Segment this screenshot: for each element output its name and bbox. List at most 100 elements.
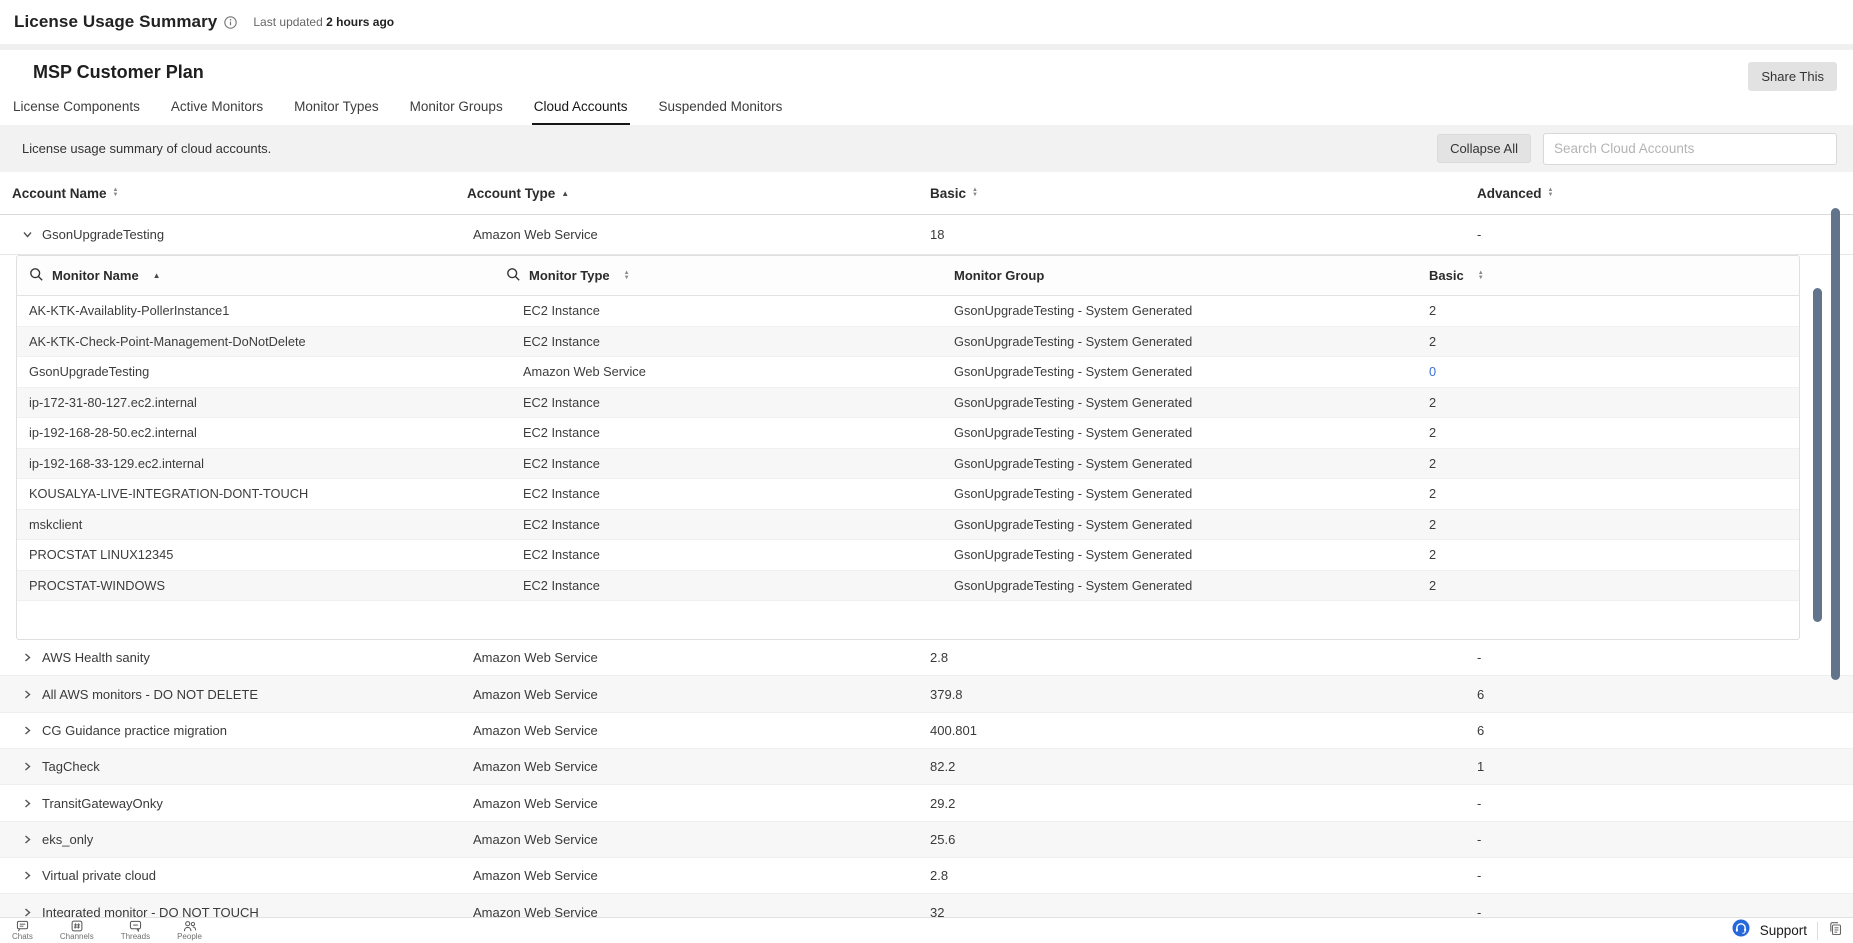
monitor-basic-cell: 2 (1429, 425, 1799, 440)
account-row[interactable]: eks_onlyAmazon Web Service25.6- (0, 822, 1853, 858)
chevron-right-icon[interactable] (22, 907, 33, 918)
copy-icon[interactable] (1828, 921, 1843, 941)
accounts-table-body: AWS Health sanityAmazon Web Service2.8-A… (0, 640, 1853, 931)
accounts-table-header: Account Name ▲▼ Account Type ▲ Basic ▲▼ … (0, 172, 1853, 215)
account-name: Virtual private cloud (42, 868, 156, 883)
account-row[interactable]: TransitGatewayOnkyAmazon Web Service29.2… (0, 785, 1853, 821)
panel-scrollbar-thumb[interactable] (1813, 288, 1822, 622)
sort-icon: ▲ (561, 189, 569, 198)
chevron-down-icon[interactable] (22, 229, 33, 240)
column-header-nested-basic[interactable]: Basic ▲▼ (1429, 268, 1799, 283)
monitor-row[interactable]: ip-172-31-80-127.ec2.internalEC2 Instanc… (17, 388, 1799, 419)
monitor-basic-cell: 2 (1429, 395, 1799, 410)
account-advanced-cell: 1 (1477, 759, 1853, 774)
account-name-cell: TransitGatewayOnky (0, 796, 467, 811)
monitor-row[interactable]: ip-192-168-28-50.ec2.internalEC2 Instanc… (17, 418, 1799, 449)
account-advanced: - (1477, 227, 1853, 242)
bottom-bar-label: People (177, 933, 202, 941)
monitor-type-cell: EC2 Instance (506, 486, 954, 501)
column-header-basic[interactable]: Basic ▲▼ (930, 186, 1477, 201)
column-header-advanced[interactable]: Advanced ▲▼ (1477, 186, 1853, 201)
monitor-group-cell: GsonUpgradeTesting - System Generated (954, 517, 1429, 532)
account-row[interactable]: Virtual private cloudAmazon Web Service2… (0, 858, 1853, 894)
chevron-right-icon[interactable] (22, 870, 33, 881)
monitor-row[interactable]: PROCSTAT LINUX12345EC2 InstanceGsonUpgra… (17, 540, 1799, 571)
support-icon[interactable] (1732, 919, 1750, 942)
chevron-right-icon[interactable] (22, 689, 33, 700)
tab-license-components[interactable]: License Components (11, 93, 142, 125)
page-scrollbar-thumb[interactable] (1831, 208, 1840, 680)
monitors-table-header: Monitor Name ▲ Monitor Type ▲▼ Monitor G… (17, 256, 1799, 296)
monitor-group-cell: GsonUpgradeTesting - System Generated (954, 334, 1429, 349)
monitor-name-cell: AK-KTK-Check-Point-Management-DoNotDelet… (17, 334, 506, 349)
people-button[interactable]: People (177, 920, 202, 941)
page-title: License Usage Summary (14, 12, 217, 32)
column-header-monitor-type[interactable]: Monitor Type ▲▼ (506, 267, 954, 285)
monitor-row[interactable]: GsonUpgradeTestingAmazon Web ServiceGson… (17, 357, 1799, 388)
search-icon[interactable] (506, 267, 521, 285)
chevron-right-icon[interactable] (22, 798, 33, 809)
share-this-button[interactable]: Share This (1748, 62, 1837, 91)
column-header-account-name[interactable]: Account Name ▲▼ (0, 186, 467, 201)
tab-cloud-accounts[interactable]: Cloud Accounts (532, 93, 630, 125)
account-name: All AWS monitors - DO NOT DELETE (42, 687, 258, 702)
account-row[interactable]: All AWS monitors - DO NOT DELETEAmazon W… (0, 676, 1853, 712)
monitor-row[interactable]: KOUSALYA-LIVE-INTEGRATION-DONT-TOUCHEC2 … (17, 479, 1799, 510)
tab-suspended-monitors[interactable]: Suspended Monitors (657, 93, 785, 125)
monitor-name-cell: KOUSALYA-LIVE-INTEGRATION-DONT-TOUCH (17, 486, 506, 501)
monitor-name-cell: PROCSTAT LINUX12345 (17, 547, 506, 562)
sort-icon: ▲▼ (624, 271, 630, 281)
chevron-right-icon[interactable] (22, 652, 33, 663)
account-row[interactable]: AWS Health sanityAmazon Web Service2.8- (0, 640, 1853, 676)
sort-icon: ▲▼ (972, 188, 978, 198)
account-advanced-cell: - (1477, 796, 1853, 811)
account-name-cell: AWS Health sanity (0, 650, 467, 665)
chats-button[interactable]: Chats (12, 920, 33, 941)
account-row-expanded[interactable]: GsonUpgradeTesting Amazon Web Service 18… (0, 215, 1853, 255)
column-label: Basic (1429, 268, 1464, 283)
bottom-bar-right: Support (1732, 919, 1843, 942)
monitor-basic-cell[interactable]: 0 (1429, 364, 1799, 379)
column-header-monitor-group[interactable]: Monitor Group (954, 268, 1429, 283)
threads-button[interactable]: Threads (121, 920, 150, 941)
last-updated-value: 2 hours ago (326, 15, 394, 29)
last-updated-label: Last updated (253, 15, 322, 29)
info-icon[interactable] (224, 16, 237, 29)
chevron-right-icon[interactable] (22, 725, 33, 736)
column-label: Monitor Type (529, 268, 610, 283)
account-row[interactable]: CG Guidance practice migrationAmazon Web… (0, 713, 1853, 749)
monitor-row[interactable]: AK-KTK-Check-Point-Management-DoNotDelet… (17, 327, 1799, 358)
tab-monitor-groups[interactable]: Monitor Groups (408, 93, 505, 125)
account-row[interactable]: TagCheckAmazon Web Service82.21 (0, 749, 1853, 785)
summary-text: License usage summary of cloud accounts. (22, 141, 271, 156)
column-header-account-type[interactable]: Account Type ▲ (467, 186, 930, 201)
account-advanced-cell: - (1477, 832, 1853, 847)
monitor-name-cell: ip-192-168-28-50.ec2.internal (17, 425, 506, 440)
monitor-row[interactable]: ip-192-168-33-129.ec2.internalEC2 Instan… (17, 449, 1799, 480)
column-header-monitor-name[interactable]: Monitor Name ▲ (17, 267, 506, 285)
bottom-bar: Chats Channels Threads People (0, 917, 1853, 943)
chevron-right-icon[interactable] (22, 834, 33, 845)
monitor-row[interactable]: mskclientEC2 InstanceGsonUpgradeTesting … (17, 510, 1799, 541)
chevron-right-icon[interactable] (22, 761, 33, 772)
monitor-group-cell: GsonUpgradeTesting - System Generated (954, 456, 1429, 471)
monitor-row[interactable]: PROCSTAT-WINDOWSEC2 InstanceGsonUpgradeT… (17, 571, 1799, 602)
account-basic-cell: 25.6 (930, 832, 1477, 847)
channels-button[interactable]: Channels (60, 920, 94, 941)
column-label: Advanced (1477, 186, 1542, 201)
monitor-name-cell: PROCSTAT-WINDOWS (17, 578, 506, 593)
bottom-bar-label: Channels (60, 933, 94, 941)
monitor-row[interactable]: AK-KTK-Availablity-PollerInstance1EC2 In… (17, 296, 1799, 327)
support-label[interactable]: Support (1760, 923, 1807, 938)
account-name: TransitGatewayOnky (42, 796, 163, 811)
sort-icon: ▲▼ (1548, 188, 1554, 198)
tab-monitor-types[interactable]: Monitor Types (292, 93, 381, 125)
collapse-all-button[interactable]: Collapse All (1437, 134, 1531, 163)
search-icon[interactable] (29, 267, 44, 285)
account-type-cell: Amazon Web Service (467, 723, 930, 738)
account-type-cell: Amazon Web Service (467, 832, 930, 847)
account-name-cell: Virtual private cloud (0, 868, 467, 883)
tab-active-monitors[interactable]: Active Monitors (169, 93, 265, 125)
plan-card-header: MSP Customer Plan Share This License Com… (0, 50, 1853, 125)
search-input[interactable] (1543, 133, 1837, 165)
